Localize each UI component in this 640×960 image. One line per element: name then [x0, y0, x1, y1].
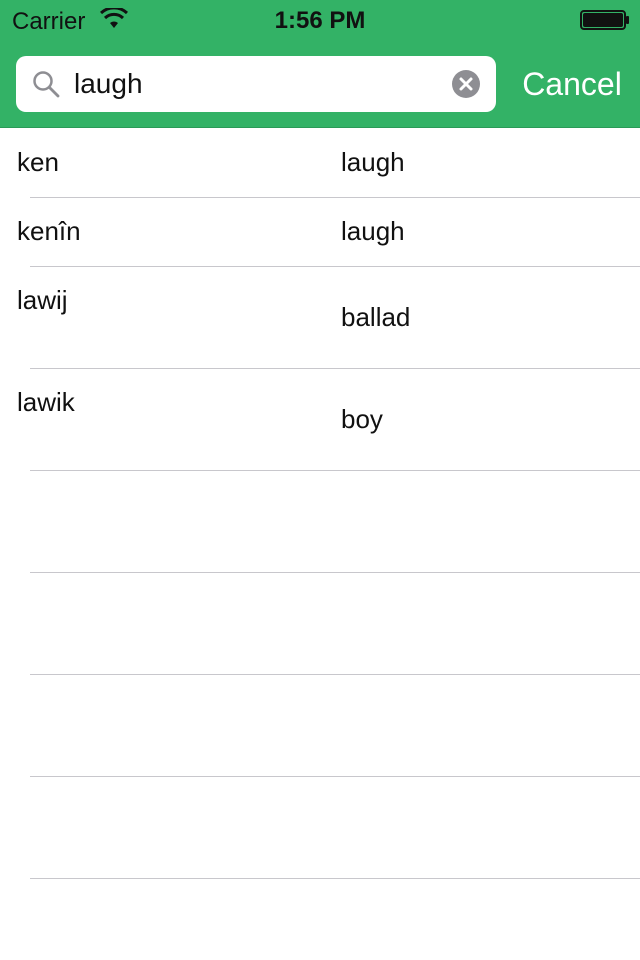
search-icon [33, 71, 60, 98]
results-list: ken laugh kenîn laugh lawij ballad lawik… [0, 129, 640, 879]
term-text: kenîn [17, 216, 81, 246]
term-text: lawij [17, 285, 68, 315]
search-input[interactable] [74, 64, 444, 104]
empty-row [0, 777, 640, 879]
meaning-text: boy [341, 404, 383, 434]
list-item[interactable]: kenîn laugh [0, 198, 640, 267]
meaning-text: laugh [341, 216, 405, 246]
battery-icon [580, 10, 629, 30]
row-divider [30, 878, 640, 879]
meaning-text: laugh [341, 147, 405, 177]
term-text: lawik [17, 387, 75, 417]
status-bar: Carrier 1:56 PM [0, 0, 640, 40]
search-field[interactable] [16, 56, 496, 112]
term-text: ken [17, 147, 59, 177]
clear-icon[interactable] [452, 70, 480, 98]
list-item[interactable]: lawik boy [0, 369, 640, 471]
meaning-text: ballad [341, 302, 411, 332]
list-item[interactable]: lawij ballad [0, 267, 640, 369]
empty-row [0, 471, 640, 573]
cancel-button[interactable]: Cancel [512, 62, 632, 106]
status-time: 1:56 PM [274, 7, 366, 34]
empty-row [0, 573, 640, 675]
empty-row [0, 675, 640, 777]
list-item[interactable]: ken laugh [0, 129, 640, 198]
search-header: Carrier 1:56 PM Cancel [0, 0, 640, 128]
